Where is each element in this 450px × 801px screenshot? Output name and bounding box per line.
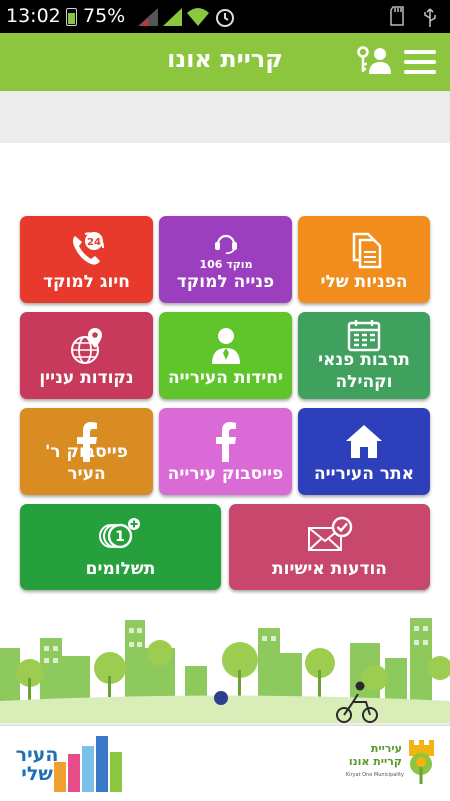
tile-label: נקודות עניין: [39, 368, 134, 388]
tile-culture-leisure[interactable]: תרבות פנאי וקהילה: [298, 312, 430, 399]
phone-24-icon: 24: [72, 232, 104, 265]
facebook-icon: [215, 422, 236, 462]
tile-label: תשלומים: [85, 559, 156, 579]
city-illustration: [0, 618, 450, 723]
tile-label: אתר העירייה: [313, 464, 415, 484]
wifi-icon: [187, 8, 209, 26]
phone-24-text: 24: [87, 237, 101, 248]
municipality-logo-subtext: Kiryat Ono Municipality: [345, 772, 404, 778]
tile-personal-messages[interactable]: הודעות אישיות: [229, 504, 430, 590]
footer: העיר שלי עיריית קריית אונו Kiryat Ono Mu…: [0, 725, 450, 801]
person-icon: [211, 328, 240, 364]
app-bar: קריית אונו: [0, 33, 450, 91]
globe-pin-icon: [70, 328, 102, 364]
tile-label: חיוג למוקד: [43, 272, 130, 292]
tile-label: פייסבוק ר' העיר: [45, 442, 128, 484]
battery-icon: [66, 8, 77, 26]
tile-label: הודעות אישיות: [272, 559, 387, 579]
tile-municipality-website[interactable]: אתר העירייה: [298, 408, 430, 495]
main-content: 24 חיוג למוקד מוקד 106 פנייה למוקד הפניו…: [0, 143, 450, 723]
municipality-logo-text: עיריית קריית אונו: [348, 742, 402, 768]
tower-emblem-icon: [409, 740, 434, 784]
status-time: 13:02: [6, 5, 61, 27]
signal-icon: [163, 8, 182, 26]
coins-icon: 1: [98, 518, 140, 549]
tile-my-requests[interactable]: הפניות שלי: [298, 216, 430, 303]
tile-label: פייסבוק עירייה: [167, 464, 284, 484]
tile-mayor-facebook[interactable]: פייסבוק ר' העיר: [20, 408, 153, 495]
status-bar: 13:02 75%: [0, 0, 450, 33]
mail-check-icon: [307, 516, 352, 551]
my-city-logo[interactable]: העיר שלי: [14, 734, 134, 796]
hamburger-menu-icon[interactable]: [404, 50, 436, 74]
headset-icon: מוקד 106: [199, 234, 252, 271]
tile-call-center[interactable]: 24 חיוג למוקד: [20, 216, 153, 303]
tile-label: תרבות פנאי וקהילה: [318, 350, 410, 392]
tile-call-center-request[interactable]: מוקד 106 פנייה למוקד: [159, 216, 292, 303]
my-city-bars-icon: [54, 736, 122, 792]
my-city-logo-text: העיר שלי: [15, 744, 59, 785]
tile-payments[interactable]: 1 תשלומים: [20, 504, 221, 590]
sd-card-icon: [390, 6, 404, 26]
tile-municipal-units[interactable]: יחידות העירייה: [159, 312, 292, 399]
tile-label: יחידות העירייה: [168, 368, 283, 388]
tile-label: הפניות שלי: [320, 272, 408, 292]
documents-icon: [352, 232, 382, 269]
tile-points-of-interest[interactable]: נקודות עניין: [20, 312, 153, 399]
tile-label: פנייה למוקד: [176, 272, 275, 292]
headset-text: מוקד 106: [199, 258, 252, 271]
coin-text: 1: [115, 529, 125, 545]
calendar-icon: [347, 320, 381, 352]
municipality-logo[interactable]: עיריית קריית אונו Kiryat Ono Municipalit…: [340, 736, 440, 792]
user-login-icon[interactable]: [356, 45, 392, 77]
battery-percent: 75%: [83, 5, 126, 27]
banner-area: [0, 91, 450, 143]
usb-icon: [424, 8, 436, 27]
home-icon: [346, 425, 382, 458]
no-signal-icon: [138, 8, 158, 26]
tile-municipality-facebook[interactable]: פייסבוק עירייה: [159, 408, 292, 495]
alarm-icon: [216, 9, 234, 27]
